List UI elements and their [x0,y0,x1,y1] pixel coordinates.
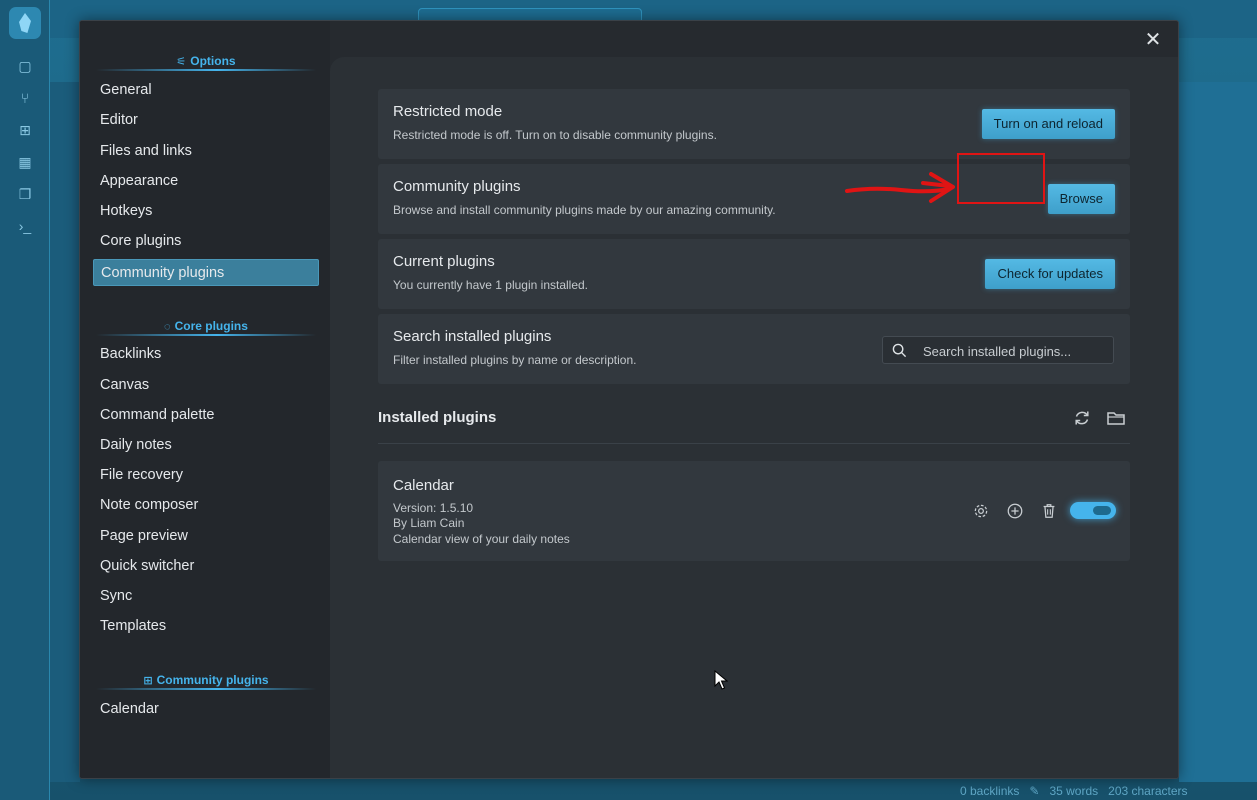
sidebar-item-community-plugins[interactable]: Community plugins [93,259,319,286]
reload-icon[interactable] [1072,408,1092,428]
sidebar-item-command-palette[interactable]: Command palette [93,402,319,429]
plugin-version: Version: 1.5.10 [393,501,474,515]
setting-restricted-mode: Restricted mode Restricted mode is off. … [378,89,1130,159]
trash-icon[interactable] [1040,502,1058,520]
divider [378,443,1130,444]
sidebar-item-calendar[interactable]: Calendar [93,696,319,723]
sidebar-item-page-preview[interactable]: Page preview [93,523,319,550]
setting-name: Search installed plugins [393,328,552,345]
check-for-updates-button[interactable]: Check for updates [985,259,1115,289]
mouse-cursor-icon [714,670,728,690]
pencil-icon[interactable]: ✎ [1029,784,1039,798]
plugin-enabled-toggle[interactable] [1070,502,1116,519]
search-icon [892,343,907,358]
installed-plugins-heading: Installed plugins [378,409,497,426]
community-plugins-header: ⊞ Community plugins [96,673,316,690]
sidebar-item-editor[interactable]: Editor [93,107,319,134]
plugin-name: Calendar [393,477,454,494]
gear-icon[interactable] [972,502,990,520]
status-bar: 0 backlinks ✎ 35 words 203 characters [960,782,1257,800]
calendar-icon[interactable]: ▦ [17,154,33,170]
graph-icon[interactable]: ⑂ [17,90,33,106]
copy-icon[interactable]: ❐ [17,186,33,202]
turn-on-and-reload-button[interactable]: Turn on and reload [981,109,1115,139]
left-ribbon: ▢ ⑂ ⊞ ▦ ❐ ›_ [0,0,50,800]
red-highlight-box [957,153,1045,204]
left-pane [50,82,80,782]
setting-search-installed: Search installed plugins Filter installe… [378,314,1130,384]
settings-modal: ✕ ⚟ Options General Editor Files and link… [79,20,1179,779]
close-icon[interactable]: ✕ [1144,30,1162,50]
setting-description: You currently have 1 plugin installed. [393,278,589,292]
core-plugins-header: ◌ Core plugins [96,319,316,336]
folder-icon[interactable] [1106,408,1126,428]
sidebar-item-canvas[interactable]: Canvas [93,372,319,399]
sidebar-item-note-composer[interactable]: Note composer [93,492,319,519]
sidebar-item-core-plugins[interactable]: Core plugins [93,228,319,255]
grid-icon[interactable]: ⊞ [17,122,33,138]
settings-sidebar: ⚟ Options General Editor Files and links … [80,21,330,778]
toggle-knob [1093,506,1111,515]
sidebar-item-appearance[interactable]: Appearance [93,168,319,195]
setting-description: Browse and install community plugins mad… [393,203,776,217]
sidebar-item-templates[interactable]: Templates [93,613,319,640]
setting-name: Community plugins [393,178,521,195]
search-input[interactable] [923,341,1108,361]
obsidian-logo-icon [9,7,41,39]
settings-content: Restricted mode Restricted mode is off. … [330,57,1178,778]
red-arrow-annotation [845,172,955,203]
plugin-add-icon: ⊞ [143,675,153,687]
search-installed-plugins[interactable] [882,336,1114,364]
setting-description: Restricted mode is off. Turn on to disab… [393,128,717,142]
browse-button[interactable]: Browse [1047,184,1115,214]
sliders-icon: ⚟ [176,56,187,68]
options-header: ⚟ Options [96,54,316,71]
setting-name: Current plugins [393,253,495,270]
setting-description: Filter installed plugins by name or desc… [393,353,637,367]
sidebar-item-file-recovery[interactable]: File recovery [93,462,319,489]
sidebar-item-quick-switcher[interactable]: Quick switcher [93,553,319,580]
sidebar-item-sync[interactable]: Sync [93,583,319,610]
sidebar-item-hotkeys[interactable]: Hotkeys [93,198,319,225]
dashed-circle-icon: ◌ [164,321,171,333]
sidebar-item-general[interactable]: General [93,77,319,104]
file-icon[interactable]: ▢ [17,58,33,74]
setting-current-plugins: Current plugins You currently have 1 plu… [378,239,1130,309]
setting-name: Restricted mode [393,103,503,120]
right-pane [1179,82,1257,782]
terminal-icon[interactable]: ›_ [17,218,33,234]
plugin-item-calendar: Calendar Version: 1.5.10 By Liam Cain Ca… [378,461,1130,561]
sidebar-item-files-and-links[interactable]: Files and links [93,138,319,165]
sidebar-item-backlinks[interactable]: Backlinks [93,341,319,368]
sidebar-item-daily-notes[interactable]: Daily notes [93,432,319,459]
status-words: 35 words [1049,784,1099,798]
plugin-description: Calendar view of your daily notes [393,532,570,546]
plugin-author: By Liam Cain [393,516,465,530]
plus-circle-icon[interactable] [1006,502,1024,520]
status-backlinks[interactable]: 0 backlinks [960,784,1019,798]
status-characters: 203 characters [1108,784,1188,798]
